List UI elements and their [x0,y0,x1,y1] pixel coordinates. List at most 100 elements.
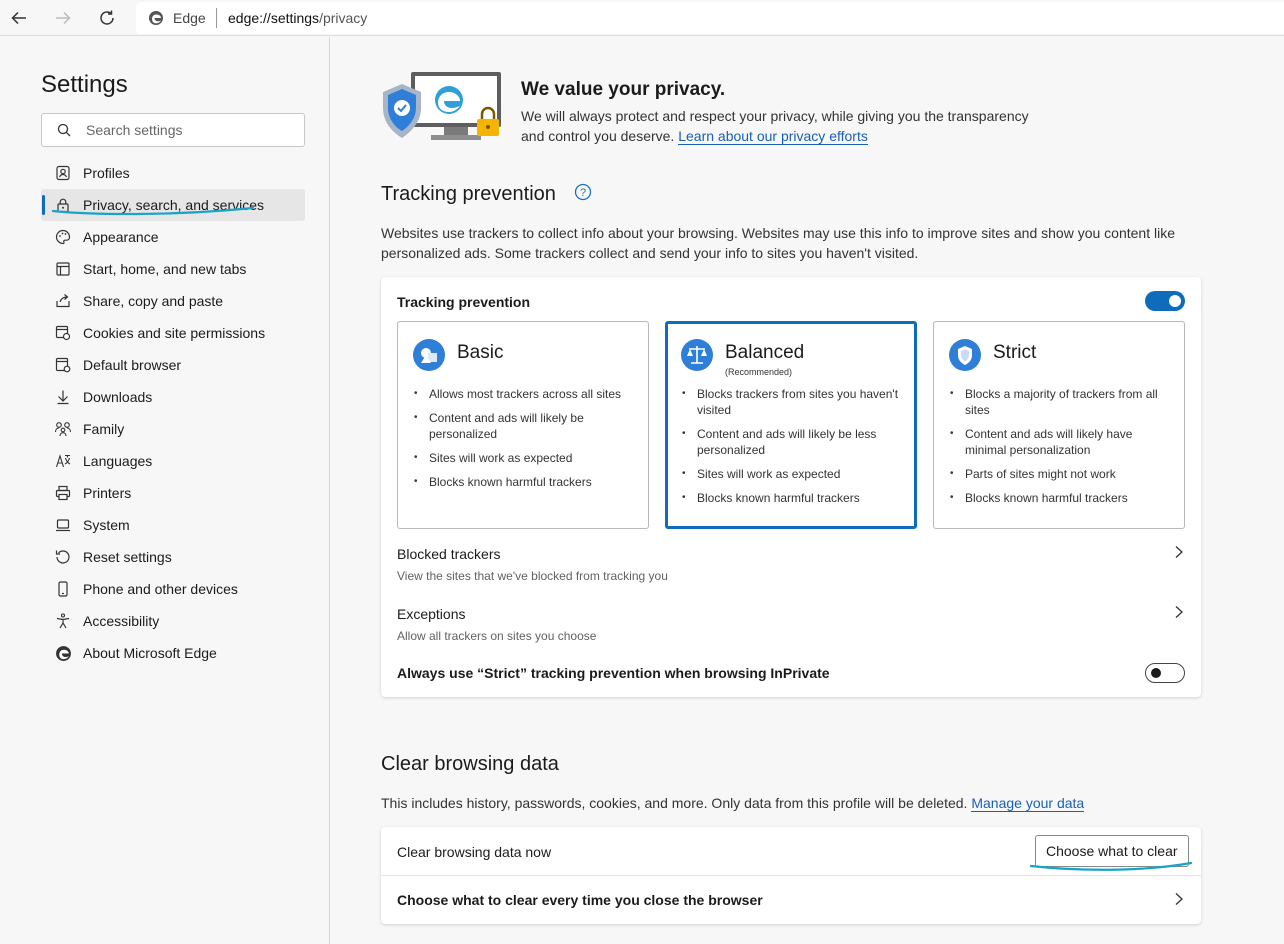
search-icon [57,123,71,137]
url-host: edge://settings [228,10,320,26]
power-icon [53,259,73,279]
exceptions-row[interactable]: Exceptions Allow all trackers on sites y… [381,597,1201,649]
sidebar-item-phone[interactable]: Phone and other devices [41,573,305,605]
clear-on-close-label: Choose what to clear every time you clos… [397,892,763,908]
chevron-right-icon [1175,893,1183,905]
sidebar-item-accessibility[interactable]: Accessibility [41,605,305,637]
refresh-icon [100,10,114,25]
option-bullet: Blocks a majority of trackers from all s… [950,386,1175,418]
accessibility-icon [53,611,73,631]
inprivate-strict-label: Always use “Strict” tracking prevention … [397,665,830,681]
option-strict[interactable]: Strict Blocks a majority of trackers fro… [933,321,1185,529]
shield-icon [949,339,981,371]
option-basic[interactable]: Basic Allows most trackers across all si… [397,321,649,529]
exceptions-title: Exceptions [397,606,466,622]
sidebar-item-family[interactable]: Family [41,413,305,445]
sidebar-item-languages[interactable]: Languages [41,445,305,477]
inprivate-strict-toggle[interactable] [1145,663,1185,683]
clear-card: Clear browsing data now Choose what to c… [381,827,1201,924]
refresh-button[interactable] [96,7,118,29]
sidebar-title: Settings [41,71,128,98]
clear-now-label: Clear browsing data now [397,844,552,860]
toggle-knob [1169,295,1181,307]
blocked-trackers-row[interactable]: Blocked trackers View the sites that we'… [381,537,1201,589]
option-bullets: Blocks a majority of trackers from all s… [950,386,1175,514]
sidebar-item-label: Downloads [83,389,153,405]
option-bullet: Blocks trackers from sites you haven't v… [682,386,907,418]
search-input[interactable] [86,120,286,140]
hero-text-line1: We will always protect and respect your … [521,108,1029,124]
palette-icon [53,227,73,247]
sidebar-item-label: Cookies and site permissions [83,325,266,341]
clear-description-text: This includes history, passwords, cookie… [381,795,968,811]
hero-title: We value your privacy. [521,79,726,100]
lock-icon [53,195,73,215]
address-bar[interactable]: Edge edge://settings/privacy [136,2,1284,34]
sidebar-item-about[interactable]: About Microsoft Edge [41,637,305,669]
settings-content: We value your privacy. We will always pr… [331,37,1284,944]
tracking-toggle-label: Tracking prevention [397,294,531,310]
url-path: /privacy [319,10,368,26]
sidebar-item-label: Profiles [83,165,130,181]
tracking-heading: Tracking prevention [381,183,556,205]
back-button[interactable] [8,7,30,29]
sidebar-menu: Profiles Privacy, search, and services A… [41,157,305,669]
back-arrow-icon [11,11,26,25]
clear-heading: Clear browsing data [381,753,559,775]
sidebar-item-label: Default browser [83,357,182,373]
exceptions-sub: Allow all trackers on sites you choose [397,629,597,643]
family-icon [53,419,73,439]
sidebar-item-default-browser[interactable]: Default browser [41,349,305,381]
option-bullet: Sites will work as expected [414,450,639,466]
address-separator [216,8,217,28]
privacy-efforts-link[interactable]: Learn about our privacy efforts [678,128,868,145]
sidebar-item-label: Start, home, and new tabs [83,261,247,277]
option-bullet: Blocks known harmful trackers [950,490,1175,506]
option-bullet: Allows most trackers across all sites [414,386,639,402]
sidebar-item-reset[interactable]: Reset settings [41,541,305,573]
help-icon[interactable]: ? [574,183,592,201]
sidebar-item-label: Reset settings [83,549,172,565]
sidebar-item-profiles[interactable]: Profiles [41,157,305,189]
sidebar-item-privacy[interactable]: Privacy, search, and services [41,189,305,221]
sidebar-item-label: Printers [83,485,132,501]
profile-icon [53,163,73,183]
sidebar-item-label: Share, copy and paste [83,293,224,309]
hero-text: We will always protect and respect your … [521,106,1041,146]
option-recommended: (Recommended) [725,367,793,377]
option-title: Basic [457,342,504,363]
tracking-description: Websites use trackers to collect info ab… [381,225,1175,261]
sidebar-item-printers[interactable]: Printers [41,477,305,509]
option-bullet: Content and ads will likely be less pers… [682,426,907,458]
chevron-right-icon [1175,546,1183,558]
sidebar-item-cookies[interactable]: Cookies and site permissions [41,317,305,349]
clear-on-close-row[interactable]: Choose what to clear every time you clos… [381,876,1201,924]
edge-icon [53,643,73,663]
choose-what-to-clear-button[interactable]: Choose what to clear [1035,835,1189,867]
manage-data-link[interactable]: Manage your data [971,795,1085,812]
laptop-icon [53,515,73,535]
sidebar-item-label: Family [83,421,125,437]
sidebar-item-label: Phone and other devices [83,581,238,597]
sidebar-item-downloads[interactable]: Downloads [41,381,305,413]
option-title: Strict [993,342,1037,363]
tracking-toggle[interactable] [1145,291,1185,311]
option-bullet: Content and ads will likely have minimal… [950,426,1175,458]
sidebar-item-appearance[interactable]: Appearance [41,221,305,253]
option-balanced[interactable]: Balanced (Recommended) Blocks trackers f… [665,321,917,529]
tracking-card: Tracking prevention Basic Allows most tr… [381,277,1201,697]
privacy-illustration-icon [383,72,501,140]
option-bullet: Blocks known harmful trackers [414,474,639,490]
sidebar-item-system[interactable]: System [41,509,305,541]
sidebar-item-label: Accessibility [83,613,160,629]
sidebar-item-start-home[interactable]: Start, home, and new tabs [41,253,305,285]
site-name: Edge [173,10,206,26]
option-bullet: Content and ads will likely be personali… [414,410,639,442]
search-box[interactable] [41,113,305,147]
sidebar-item-share[interactable]: Share, copy and paste [41,285,305,317]
cookies-icon [53,323,73,343]
printer-icon [53,483,73,503]
option-bullet: Parts of sites might not work [950,466,1175,482]
balance-scale-icon [681,339,713,371]
forward-button[interactable] [52,7,74,29]
